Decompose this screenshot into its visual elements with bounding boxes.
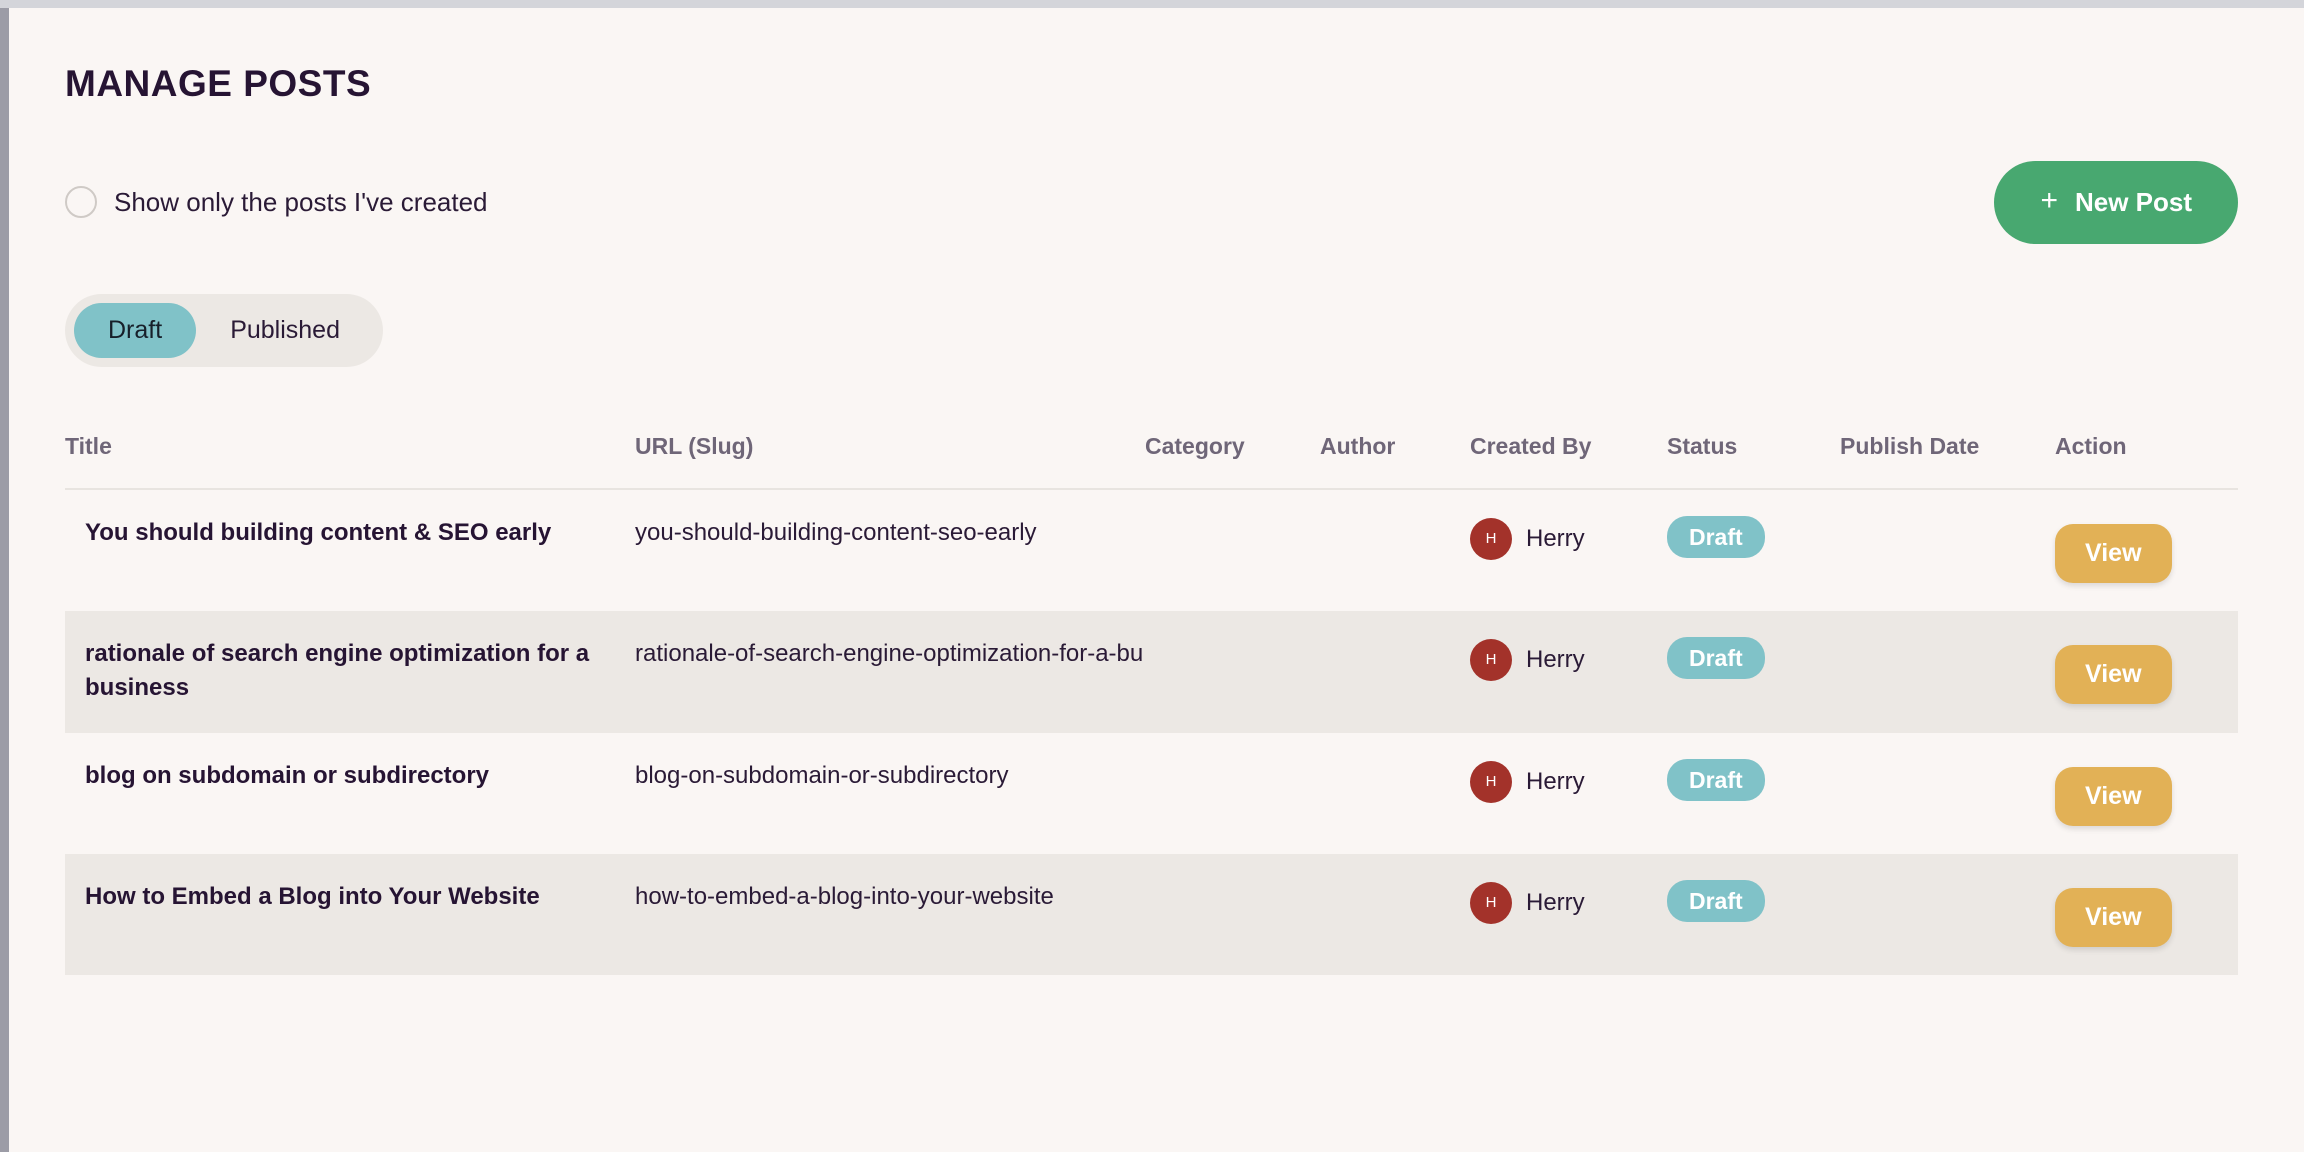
column-header-publish-date[interactable]: Publish Date	[1840, 432, 2055, 490]
column-header-category[interactable]: Category	[1145, 432, 1320, 490]
table-row[interactable]: rationale of search engine optimization …	[65, 610, 2238, 733]
cell-publish-date	[1840, 611, 2055, 733]
created-by-group: H Herry	[1470, 637, 1667, 681]
cell-category	[1145, 733, 1320, 854]
status-badge: Draft	[1667, 879, 1765, 922]
table-row[interactable]: How to Embed a Blog into Your Website how…	[65, 853, 2238, 975]
filter-row: Show only the posts I've created + New P…	[65, 160, 2238, 244]
cell-action: View	[2055, 611, 2238, 733]
column-header-author[interactable]: Author	[1320, 432, 1470, 490]
cell-created-by: H Herry	[1470, 733, 1667, 854]
window-left-scrollbar[interactable]	[0, 8, 9, 1152]
status-tabs: Draft Published	[65, 293, 383, 367]
new-post-button[interactable]: + New Post	[1994, 160, 2238, 244]
column-header-url[interactable]: URL (Slug)	[635, 432, 1145, 490]
cell-title: How to Embed a Blog into Your Website	[85, 882, 540, 910]
cell-status: Draft	[1667, 854, 1840, 975]
posts-table-body: You should building content & SEO early y…	[65, 489, 2238, 975]
cell-url: rationale-of-search-engine-optimization-…	[635, 639, 1144, 667]
created-by-name: Herry	[1526, 888, 1585, 916]
status-badge: Draft	[1667, 758, 1765, 801]
cell-title: You should building content & SEO early	[85, 518, 552, 546]
cell-url: blog-on-subdomain-or-subdirectory	[635, 761, 1009, 789]
column-header-action[interactable]: Action	[2055, 432, 2238, 490]
cell-category	[1145, 854, 1320, 975]
status-badge: Draft	[1667, 636, 1765, 679]
cell-publish-date	[1840, 854, 2055, 975]
avatar: H	[1470, 760, 1512, 803]
created-by-group: H Herry	[1470, 516, 1667, 560]
created-by-group: H Herry	[1470, 759, 1667, 803]
created-by-group: H Herry	[1470, 880, 1667, 924]
header-row: Title URL (Slug) Category Author Created…	[65, 432, 2238, 490]
avatar: H	[1470, 517, 1512, 560]
cell-url: how-to-embed-a-blog-into-your-website	[635, 882, 1054, 910]
cell-created-by: H Herry	[1470, 854, 1667, 975]
cell-status: Draft	[1667, 733, 1840, 854]
page-title: MANAGE POSTS	[65, 63, 372, 104]
cell-action: View	[2055, 489, 2238, 611]
view-button[interactable]: View	[2055, 523, 2172, 583]
cell-title: blog on subdomain or subdirectory	[85, 761, 490, 789]
cell-author	[1320, 611, 1470, 733]
manage-posts-page: MANAGE POSTS Show only the posts I've cr…	[9, 8, 2304, 1152]
view-button[interactable]: View	[2055, 887, 2172, 947]
action-wrap: View	[2055, 759, 2238, 826]
cell-status: Draft	[1667, 489, 1840, 611]
cell-created-by: H Herry	[1470, 489, 1667, 611]
action-wrap: View	[2055, 637, 2238, 704]
status-badge: Draft	[1667, 515, 1765, 558]
view-button[interactable]: View	[2055, 766, 2172, 826]
view-button[interactable]: View	[2055, 644, 2172, 704]
table-row[interactable]: blog on subdomain or subdirectory blog-on…	[65, 733, 2238, 854]
show-only-my-posts-label: Show only the posts I've created	[114, 187, 488, 218]
window-top-edge	[0, 0, 2304, 8]
created-by-name: Herry	[1526, 524, 1585, 552]
column-header-status[interactable]: Status	[1667, 432, 1840, 490]
cell-created-by: H Herry	[1470, 611, 1667, 733]
table-row[interactable]: You should building content & SEO early y…	[65, 489, 2238, 611]
column-header-created-by[interactable]: Created By	[1470, 432, 1667, 490]
cell-author	[1320, 489, 1470, 611]
tab-draft[interactable]: Draft	[74, 302, 197, 358]
tab-published[interactable]: Published	[196, 303, 374, 358]
show-only-my-posts-radio[interactable]	[65, 186, 97, 219]
created-by-name: Herry	[1526, 767, 1585, 795]
cell-author	[1320, 854, 1470, 975]
cell-author	[1320, 733, 1470, 854]
avatar: H	[1470, 638, 1512, 681]
posts-table: Title URL (Slug) Category Author Created…	[65, 432, 2238, 975]
cell-action: View	[2055, 733, 2238, 854]
cell-title: rationale of search engine optimization …	[85, 639, 590, 701]
cell-publish-date	[1840, 733, 2055, 854]
action-wrap: View	[2055, 516, 2238, 583]
action-wrap: View	[2055, 880, 2238, 947]
cell-publish-date	[1840, 489, 2055, 611]
posts-table-header: Title URL (Slug) Category Author Created…	[65, 432, 2238, 490]
cell-url: you-should-building-content-seo-early	[635, 518, 1037, 546]
show-only-my-posts-filter[interactable]: Show only the posts I've created	[65, 186, 488, 219]
avatar: H	[1470, 881, 1512, 924]
new-post-button-label: New Post	[2074, 186, 2192, 217]
column-header-title[interactable]: Title	[65, 432, 635, 490]
plus-icon: +	[2040, 184, 2058, 218]
cell-action: View	[2055, 854, 2238, 975]
cell-category	[1145, 489, 1320, 611]
cell-category	[1145, 611, 1320, 733]
cell-status: Draft	[1667, 611, 1840, 733]
created-by-name: Herry	[1526, 645, 1585, 673]
